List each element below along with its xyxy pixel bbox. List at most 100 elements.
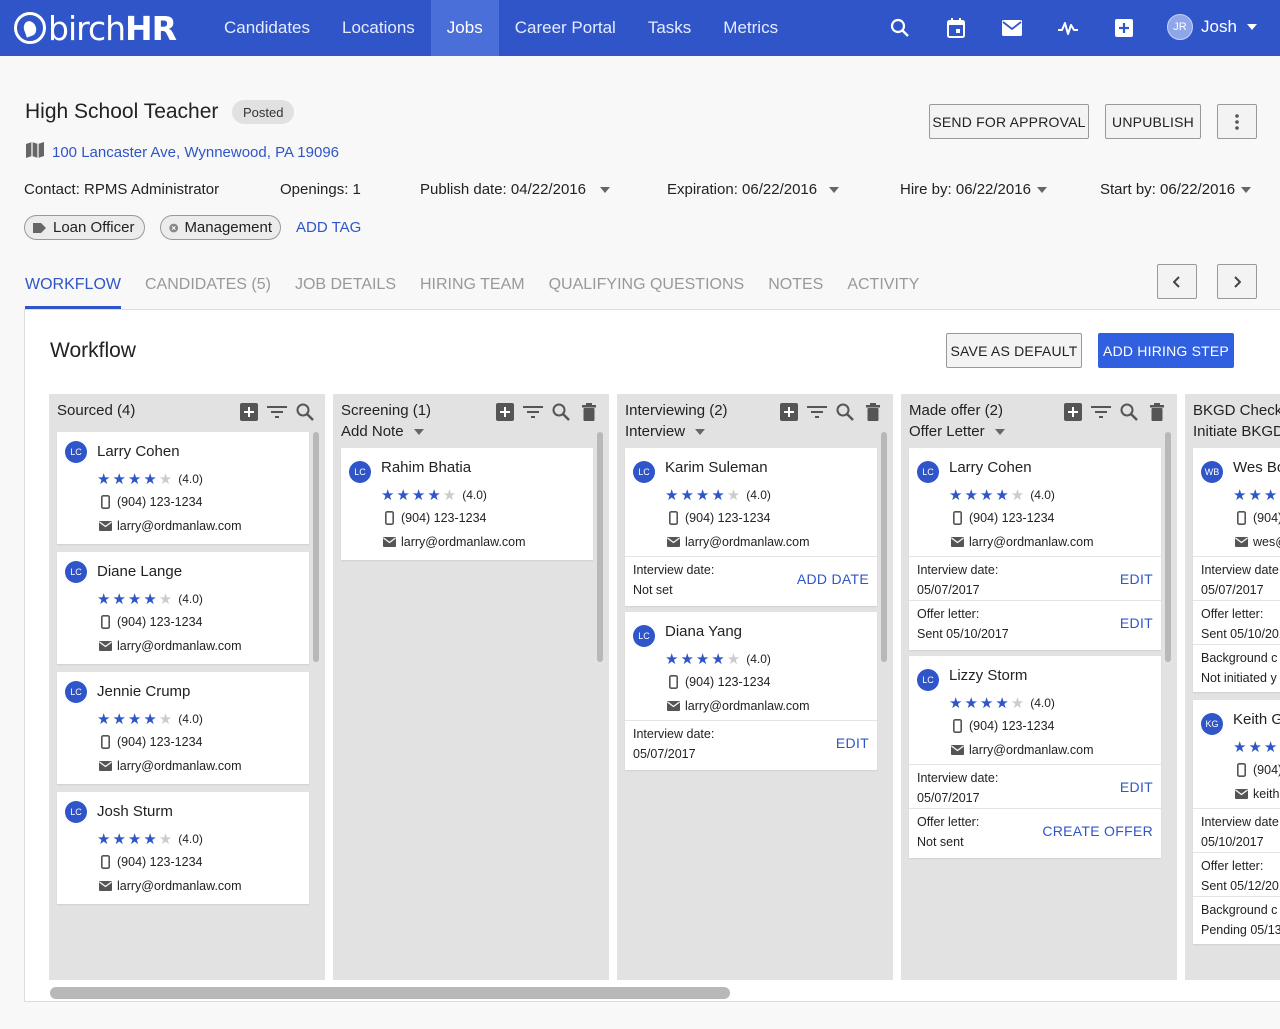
trash-icon[interactable] (1143, 401, 1171, 423)
search-icon[interactable] (547, 401, 575, 423)
candidate-email[interactable]: keith (1233, 787, 1279, 801)
detail-action-link[interactable]: CREATE OFFER (1042, 823, 1153, 839)
nav-career-portal[interactable]: Career Portal (499, 0, 632, 56)
search-icon[interactable] (291, 401, 319, 423)
nav-jobs[interactable]: Jobs (430, 0, 499, 56)
publish-date-dropdown[interactable]: Publish date: 04/22/2016 (420, 181, 610, 198)
candidate-name[interactable]: Josh Sturm (97, 803, 173, 820)
candidate-card[interactable]: LC Larry Cohen ★★★★ ★ (4.0) (904) 123-1234 lar… (909, 448, 1161, 650)
tab-job-details[interactable]: JOB DETAILS (295, 276, 396, 309)
candidate-email[interactable]: larry@ordmanlaw.com (97, 879, 242, 893)
detail-action-link[interactable]: ADD DATE (797, 571, 869, 587)
hire-by-dropdown[interactable]: Hire by: 06/22/2016 (900, 181, 1047, 198)
filter-icon[interactable] (263, 401, 291, 423)
candidate-email[interactable]: larry@ordmanlaw.com (665, 699, 810, 713)
candidate-name[interactable]: Rahim Bhatia (381, 459, 471, 476)
candidate-email[interactable]: larry@ordmanlaw.com (97, 519, 242, 533)
nav-metrics[interactable]: Metrics (707, 0, 794, 56)
add-icon[interactable] (775, 401, 803, 423)
candidate-card[interactable]: LC Josh Sturm ★★★★ ★ (4.0) (904) 123-1234 larr… (57, 792, 309, 904)
column-action-dropdown[interactable]: Add Note (341, 423, 424, 440)
tab-candidates[interactable]: CANDIDATES (5) (145, 276, 271, 309)
activity-icon[interactable] (1052, 12, 1084, 44)
tab-prev-button[interactable] (1157, 264, 1197, 299)
candidate-name[interactable]: Lizzy Storm (949, 667, 1027, 684)
candidate-name[interactable]: Keith G (1233, 711, 1280, 728)
candidate-email[interactable]: larry@ordmanlaw.com (949, 743, 1094, 757)
nav-candidates[interactable]: Candidates (208, 0, 326, 56)
candidate-email[interactable]: larry@ordmanlaw.com (949, 535, 1094, 549)
candidate-card[interactable]: LC Karim Suleman ★★★★ ★ (4.0) (904) 123-1234 l… (625, 448, 877, 606)
detail-action-link[interactable]: EDIT (1120, 571, 1153, 587)
add-hiring-step-button[interactable]: ADD HIRING STEP (1098, 333, 1234, 368)
remove-tag-icon[interactable] (169, 221, 179, 235)
candidate-card[interactable]: LC Lizzy Storm ★★★★ ★ (4.0) (904) 123-1234 lar… (909, 656, 1161, 858)
candidate-card[interactable]: KG Keith G ★★★★★ (904) keith Interview date 05… (1193, 700, 1280, 944)
calendar-icon[interactable] (940, 12, 972, 44)
filter-icon[interactable] (519, 401, 547, 423)
send-for-approval-button[interactable]: SEND FOR APPROVAL (929, 104, 1089, 139)
candidate-name[interactable]: Diane Lange (97, 563, 182, 580)
column-scrollbar[interactable] (313, 432, 319, 662)
filter-icon[interactable] (803, 401, 831, 423)
candidate-email[interactable]: larry@ordmanlaw.com (97, 759, 242, 773)
nav-tasks[interactable]: Tasks (632, 0, 707, 56)
candidate-card[interactable]: LC Larry Cohen ★★★★ ★ (4.0) (904) 123-1234 lar… (57, 432, 309, 544)
column-action-dropdown[interactable]: Initiate BKGD (1193, 423, 1280, 440)
search-icon[interactable] (831, 401, 859, 423)
job-address[interactable]: 100 Lancaster Ave, Wynnewood, PA 19096 (25, 141, 339, 164)
add-icon[interactable] (1059, 401, 1087, 423)
candidate-card[interactable]: LC Jennie Crump ★★★★ ★ (4.0) (904) 123-1234 la… (57, 672, 309, 784)
add-icon[interactable] (491, 401, 519, 423)
add-tag-link[interactable]: ADD TAG (296, 219, 361, 236)
horizontal-scrollbar-thumb[interactable] (50, 987, 730, 999)
candidate-name[interactable]: Diana Yang (665, 623, 742, 640)
candidate-email[interactable]: larry@ordmanlaw.com (665, 535, 810, 549)
tab-next-button[interactable] (1217, 264, 1257, 299)
tab-notes[interactable]: NOTES (768, 276, 823, 309)
candidate-card[interactable]: WB Wes Bo ★★★★★ (904) wes@ Interview date 05/0… (1193, 448, 1280, 692)
column-scrollbar[interactable] (881, 432, 887, 662)
tab-qualifying-questions[interactable]: QUALIFYING QUESTIONS (549, 276, 745, 309)
detail-action-link[interactable]: EDIT (1120, 779, 1153, 795)
tag-management[interactable]: Management (160, 215, 281, 240)
candidate-email[interactable]: larry@ordmanlaw.com (381, 535, 526, 549)
birchhr-logo[interactable]: birchHR (14, 8, 177, 48)
candidate-card[interactable]: LC Diana Yang ★★★★ ★ (4.0) (904) 123-1234 larr… (625, 612, 877, 770)
candidate-email[interactable]: larry@ordmanlaw.com (97, 639, 242, 653)
detail-action-link[interactable]: EDIT (836, 735, 869, 751)
column-action-dropdown[interactable]: Offer Letter (909, 423, 1005, 440)
candidate-name[interactable]: Larry Cohen (949, 459, 1032, 476)
tab-workflow[interactable]: WORKFLOW (25, 276, 121, 309)
search-icon[interactable] (884, 12, 916, 44)
unpublish-button[interactable]: UNPUBLISH (1105, 104, 1201, 139)
candidate-card[interactable]: LC Rahim Bhatia ★★★★ ★ (4.0) (904) 123-1234 la… (341, 448, 593, 560)
trash-icon[interactable] (859, 401, 887, 423)
tab-activity[interactable]: ACTIVITY (847, 276, 919, 309)
add-icon[interactable] (235, 401, 263, 423)
column-action-dropdown[interactable]: Interview (625, 423, 706, 440)
expiration-dropdown[interactable]: Expiration: 06/22/2016 (667, 181, 840, 198)
mail-icon[interactable] (996, 12, 1028, 44)
tab-hiring-team[interactable]: HIRING TEAM (420, 276, 525, 309)
candidate-card[interactable]: LC Diane Lange ★★★★ ★ (4.0) (904) 123-1234 lar… (57, 552, 309, 664)
horizontal-scrollbar[interactable] (24, 985, 1280, 999)
column-scrollbar[interactable] (1165, 432, 1171, 662)
user-menu[interactable]: JR Josh (1167, 14, 1257, 40)
candidate-email[interactable]: wes@ (1233, 535, 1280, 549)
add-icon[interactable] (1108, 12, 1140, 44)
filter-icon[interactable] (1087, 401, 1115, 423)
candidate-name[interactable]: Wes Bo (1233, 459, 1280, 476)
search-icon[interactable] (1115, 401, 1143, 423)
candidate-name[interactable]: Jennie Crump (97, 683, 190, 700)
candidate-name[interactable]: Karim Suleman (665, 459, 768, 476)
detail-action-link[interactable]: EDIT (1120, 615, 1153, 631)
trash-icon[interactable] (575, 401, 603, 423)
more-options-button[interactable] (1217, 104, 1257, 139)
nav-locations[interactable]: Locations (326, 0, 431, 56)
column-scrollbar[interactable] (597, 432, 603, 662)
candidate-name[interactable]: Larry Cohen (97, 443, 180, 460)
tag-loan-officer[interactable]: Loan Officer (24, 215, 145, 240)
address-link[interactable]: 100 Lancaster Ave, Wynnewood, PA 19096 (52, 144, 339, 161)
save-as-default-button[interactable]: SAVE AS DEFAULT (946, 333, 1082, 368)
